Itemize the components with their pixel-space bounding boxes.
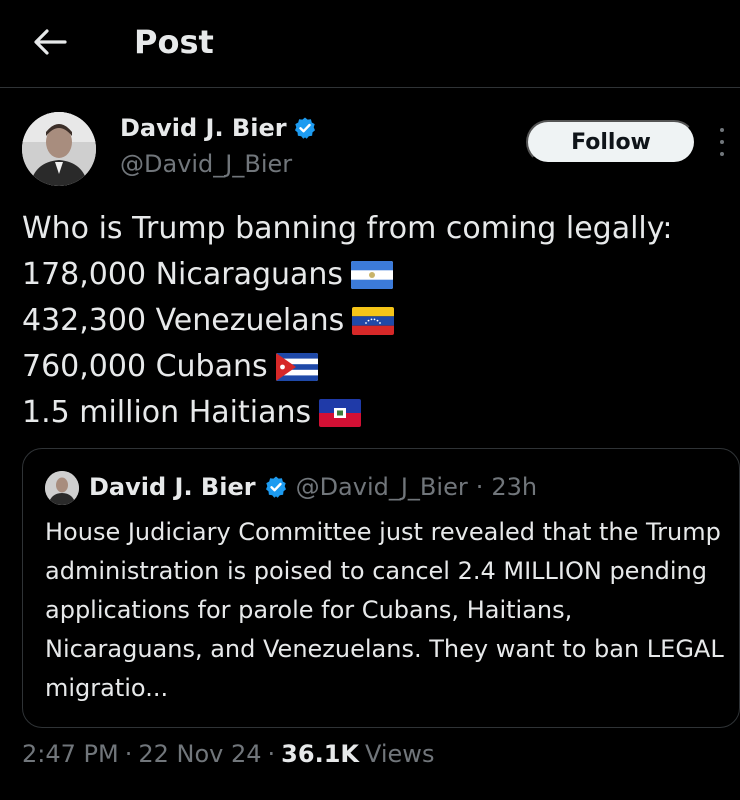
separator-dot: · [267, 740, 276, 768]
post-text: Who is Trump banning from coming legally… [22, 206, 732, 436]
post-text-line: 1.5 million Haitians [22, 390, 732, 436]
verified-badge-icon [265, 476, 286, 498]
author-name-text: David J. Bier [120, 114, 287, 142]
separator-dot: · [124, 740, 133, 768]
quoted-header: David J. Bier @David_J_Bier · 23h [89, 469, 537, 505]
profile-photo-icon [22, 112, 96, 186]
post-text-line: 178,000 Nicaraguans [22, 252, 732, 298]
haiti-flag-icon [319, 399, 362, 427]
venezuela-flag-icon [352, 307, 395, 335]
page-title: Post [134, 23, 214, 61]
quoted-timestamp: 23h [491, 473, 538, 501]
views-label[interactable]: Views [365, 740, 434, 768]
views-count[interactable]: 36.1K [281, 740, 359, 768]
separator-dot: · [475, 473, 484, 501]
profile-photo-icon [45, 471, 79, 505]
more-options-icon[interactable] [712, 124, 732, 160]
quoted-avatar [45, 471, 79, 505]
post-text-line: Who is Trump banning from coming legally… [22, 211, 673, 246]
follow-button[interactable]: Follow [526, 120, 696, 164]
post-meta: 2:47 PM · 22 Nov 24 · 36.1K Views [22, 740, 434, 768]
avatar[interactable] [22, 112, 96, 186]
post-text-line: 760,000 Cubans [22, 344, 732, 390]
back-button[interactable] [28, 20, 72, 64]
quoted-author-handle: @David_J_Bier [295, 473, 468, 501]
quoted-author-name: David J. Bier [89, 473, 256, 501]
post-date[interactable]: 22 Nov 24 [138, 740, 261, 768]
cuba-flag-icon [275, 353, 318, 381]
quoted-post[interactable]: David J. Bier @David_J_Bier · 23h House … [22, 448, 740, 728]
back-arrow-icon [34, 29, 67, 55]
author-handle[interactable]: @David_J_Bier [120, 150, 292, 178]
quoted-text: House Judiciary Committee just revealed … [45, 518, 724, 702]
author-name[interactable]: David J. Bier [120, 114, 317, 142]
nicaragua-flag-icon [351, 261, 394, 289]
post-time[interactable]: 2:47 PM [22, 740, 119, 768]
verified-badge-icon [294, 117, 315, 139]
post-text-line: 432,300 Venezuelans [22, 298, 732, 344]
top-bar: Post [0, 0, 740, 88]
